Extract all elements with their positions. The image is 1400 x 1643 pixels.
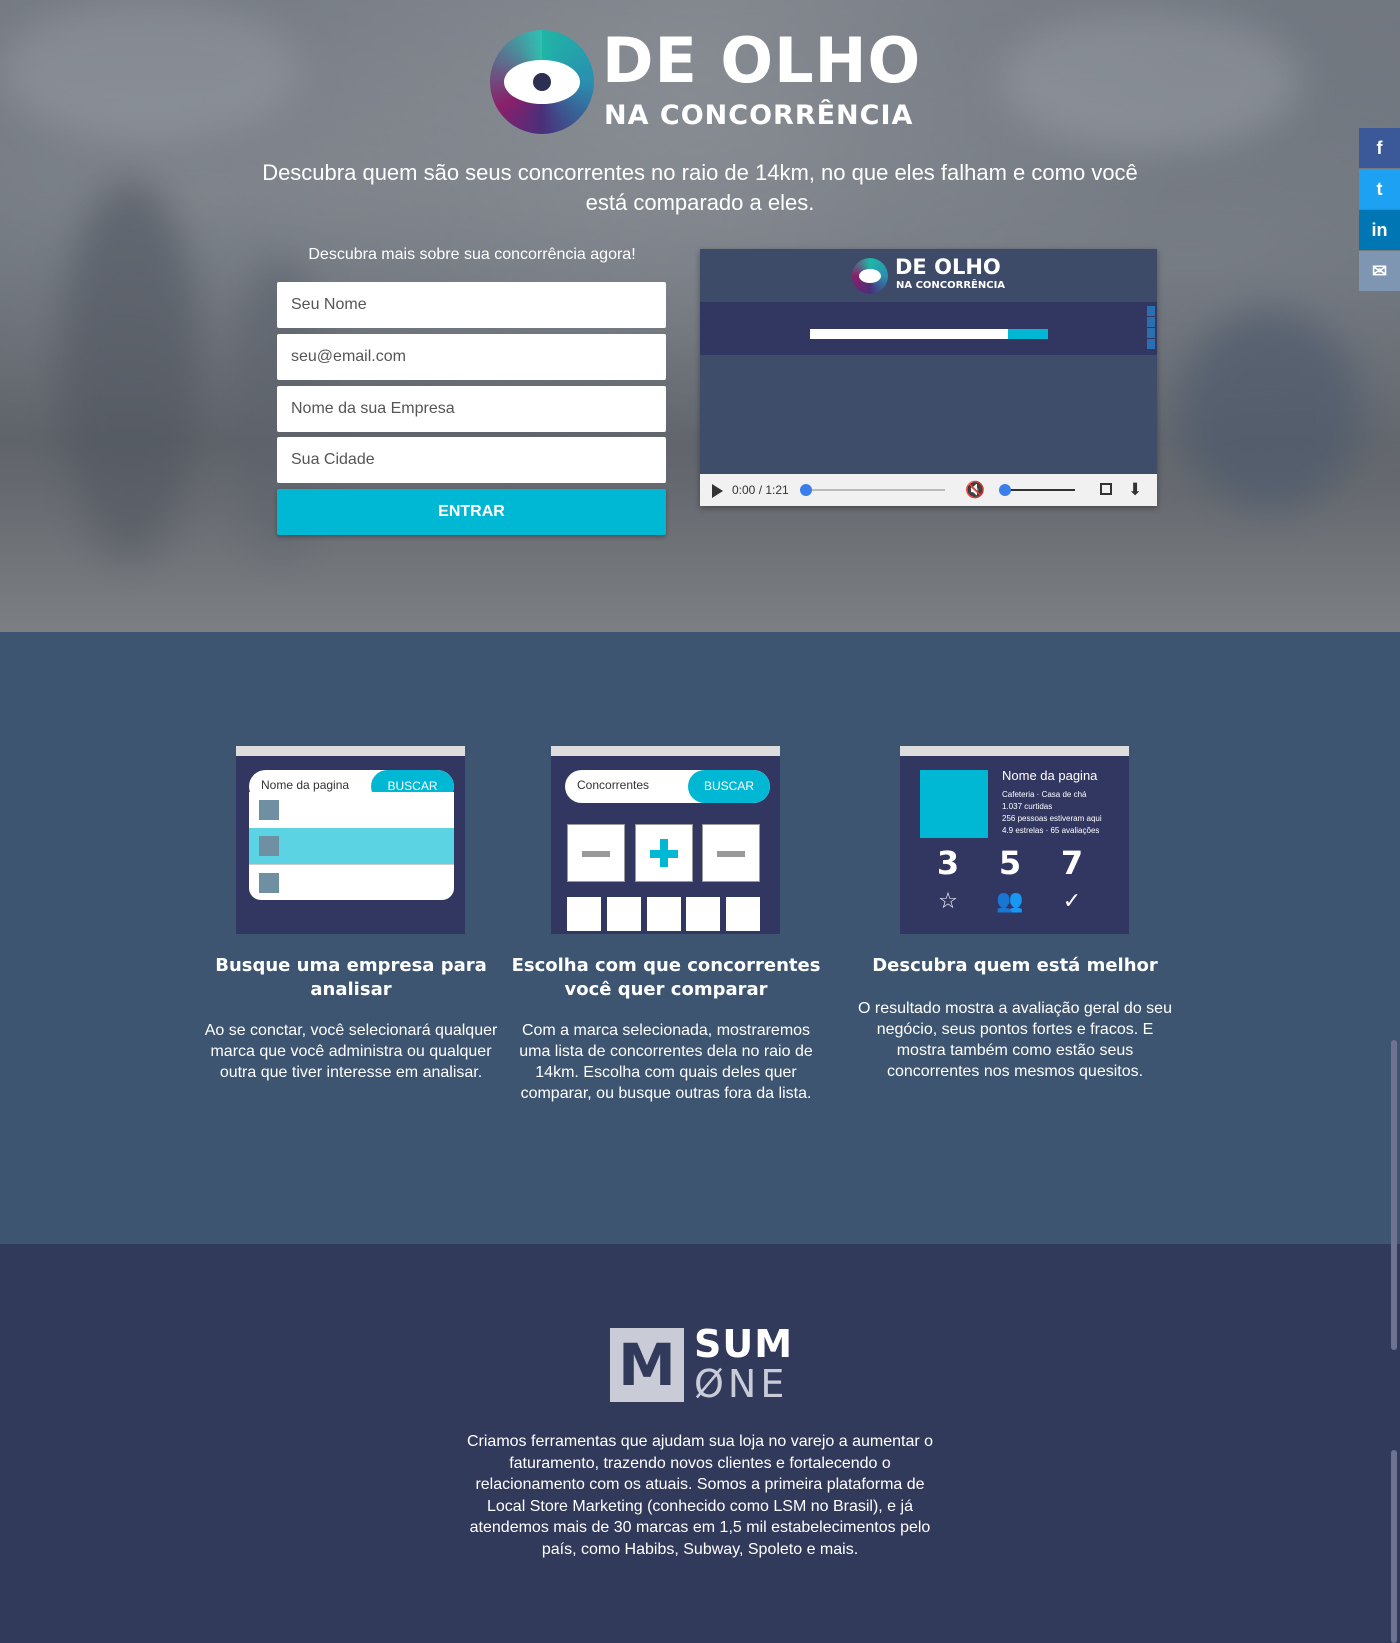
feature-title: Busque uma empresa para analisar	[215, 955, 487, 1000]
form-title: Descubra mais sobre sua concorrência ago…	[308, 246, 636, 263]
video-preview-header: DE OLHO NA CONCORRÊNCIA	[700, 249, 1157, 302]
plus-icon	[635, 824, 693, 882]
competitor-slot	[726, 897, 760, 931]
brand-line2: ØNE	[694, 1362, 789, 1406]
feature-illustration-compare: Concorrentes BUSCAR	[551, 746, 780, 934]
competitors-pill: Concorrentes BUSCAR	[565, 770, 770, 803]
play-icon[interactable]	[712, 484, 723, 498]
seek-bar[interactable]	[805, 489, 945, 491]
logo-title: DE OLHO	[602, 24, 922, 97]
list-item-selected	[249, 828, 454, 864]
linkedin-icon[interactable]: in	[1359, 210, 1400, 250]
feature-description: O resultado mostra a avaliação geral do …	[858, 1000, 1172, 1080]
scrollbar[interactable]	[1391, 1040, 1397, 1350]
page-checkins: 256 pessoas estiveram aqui	[1002, 814, 1102, 823]
competitors-pill-text: Concorrentes	[577, 778, 650, 792]
video-preview-band	[700, 302, 1157, 355]
sumone-logo-mark: M	[610, 1328, 684, 1402]
hero-section: DE OLHO NA CONCORRÊNCIA Descubra quem sã…	[0, 0, 1400, 632]
video-controls: 0:00 / 1:21 🔇 ⬇	[700, 474, 1157, 506]
volume-slider[interactable]	[1003, 489, 1075, 491]
check-icon: ✓	[1062, 889, 1082, 914]
competitor-slot	[567, 897, 601, 931]
feature-illustration-results: Nome da pagina Cafeteria · Casa de chá 1…	[900, 746, 1129, 934]
video-preview-social	[1147, 306, 1155, 350]
stat-value: 7	[1060, 844, 1084, 882]
stat-value: 3	[936, 844, 960, 882]
competitors-pill-button: BUSCAR	[688, 770, 770, 803]
fullscreen-icon[interactable]	[1100, 483, 1112, 495]
stat-value: 5	[998, 844, 1022, 882]
download-icon[interactable]: ⬇	[1128, 480, 1142, 500]
volume-handle[interactable]	[999, 484, 1011, 496]
search-pill-text: Nome da pagina	[261, 778, 350, 792]
feature-description: Com a marca selecionada, mostraremos uma…	[519, 1022, 813, 1102]
video-preview-input	[810, 329, 1008, 339]
brand-line1: SUM	[694, 1322, 794, 1366]
feature-illustration-search: Nome da pagina BUSCAR	[236, 746, 465, 934]
video-time: 0:00 / 1:21	[732, 483, 789, 497]
minus-icon	[567, 824, 625, 882]
eye-logo-icon	[490, 30, 594, 134]
video-logo-title: DE OLHO	[895, 255, 1001, 279]
name-field[interactable]	[277, 282, 666, 328]
competitor-slot	[607, 897, 641, 931]
feature-title: Descubra quem está melhor	[872, 955, 1158, 976]
scrollbar[interactable]	[1391, 1450, 1397, 1643]
page-likes: 1.037 curtidas	[1002, 802, 1053, 811]
email-field[interactable]	[277, 334, 666, 380]
company-field[interactable]	[277, 386, 666, 432]
page-rating: 4.9 estrelas · 65 avaliações	[1002, 826, 1100, 835]
minus-icon	[702, 824, 760, 882]
city-field[interactable]	[277, 437, 666, 483]
email-icon[interactable]: ✉	[1359, 251, 1400, 291]
enter-button[interactable]: ENTRAR	[277, 489, 666, 535]
page-category: Cafeteria · Casa de chá	[1002, 790, 1087, 799]
eye-logo-icon	[852, 258, 888, 294]
page-thumbnail	[920, 770, 988, 838]
seek-handle[interactable]	[800, 484, 812, 496]
page-name: Nome da pagina	[1002, 768, 1098, 783]
mute-icon[interactable]: 🔇	[965, 481, 985, 499]
competitor-slot	[686, 897, 720, 931]
twitter-icon[interactable]: t	[1359, 169, 1400, 209]
hero-tagline: Descubra quem são seus concorrentes no r…	[262, 160, 1138, 215]
about-text: Criamos ferramentas que ajudam sua loja …	[466, 1433, 934, 1558]
video-preview-button	[1008, 329, 1048, 339]
feature-title: Escolha com que concorrentes você quer c…	[511, 955, 821, 1000]
result-list	[249, 792, 454, 900]
list-item	[249, 864, 454, 900]
competitor-slot	[647, 897, 681, 931]
footer-section: M SUM ØNE Criamos ferramentas que ajudam…	[0, 1244, 1400, 1643]
star-icon: ☆	[938, 889, 958, 914]
video-logo-subtitle: NA CONCORRÊNCIA	[896, 280, 1006, 291]
facebook-icon[interactable]: f	[1359, 128, 1400, 168]
logo-subtitle: NA CONCORRÊNCIA	[604, 100, 914, 131]
video-player[interactable]: DE OLHO NA CONCORRÊNCIA 0:00 / 1:21 🔇 ⬇	[700, 249, 1157, 506]
share-bar: f t in ✉	[1359, 128, 1400, 292]
features-section: Nome da pagina BUSCAR Busque uma empresa…	[0, 632, 1400, 1244]
people-icon: 👥	[996, 889, 1024, 914]
list-item	[249, 792, 454, 828]
app-logo: DE OLHO NA CONCORRÊNCIA	[490, 24, 920, 135]
feature-description: Ao se conctar, você selecionará qualquer…	[204, 1022, 498, 1081]
